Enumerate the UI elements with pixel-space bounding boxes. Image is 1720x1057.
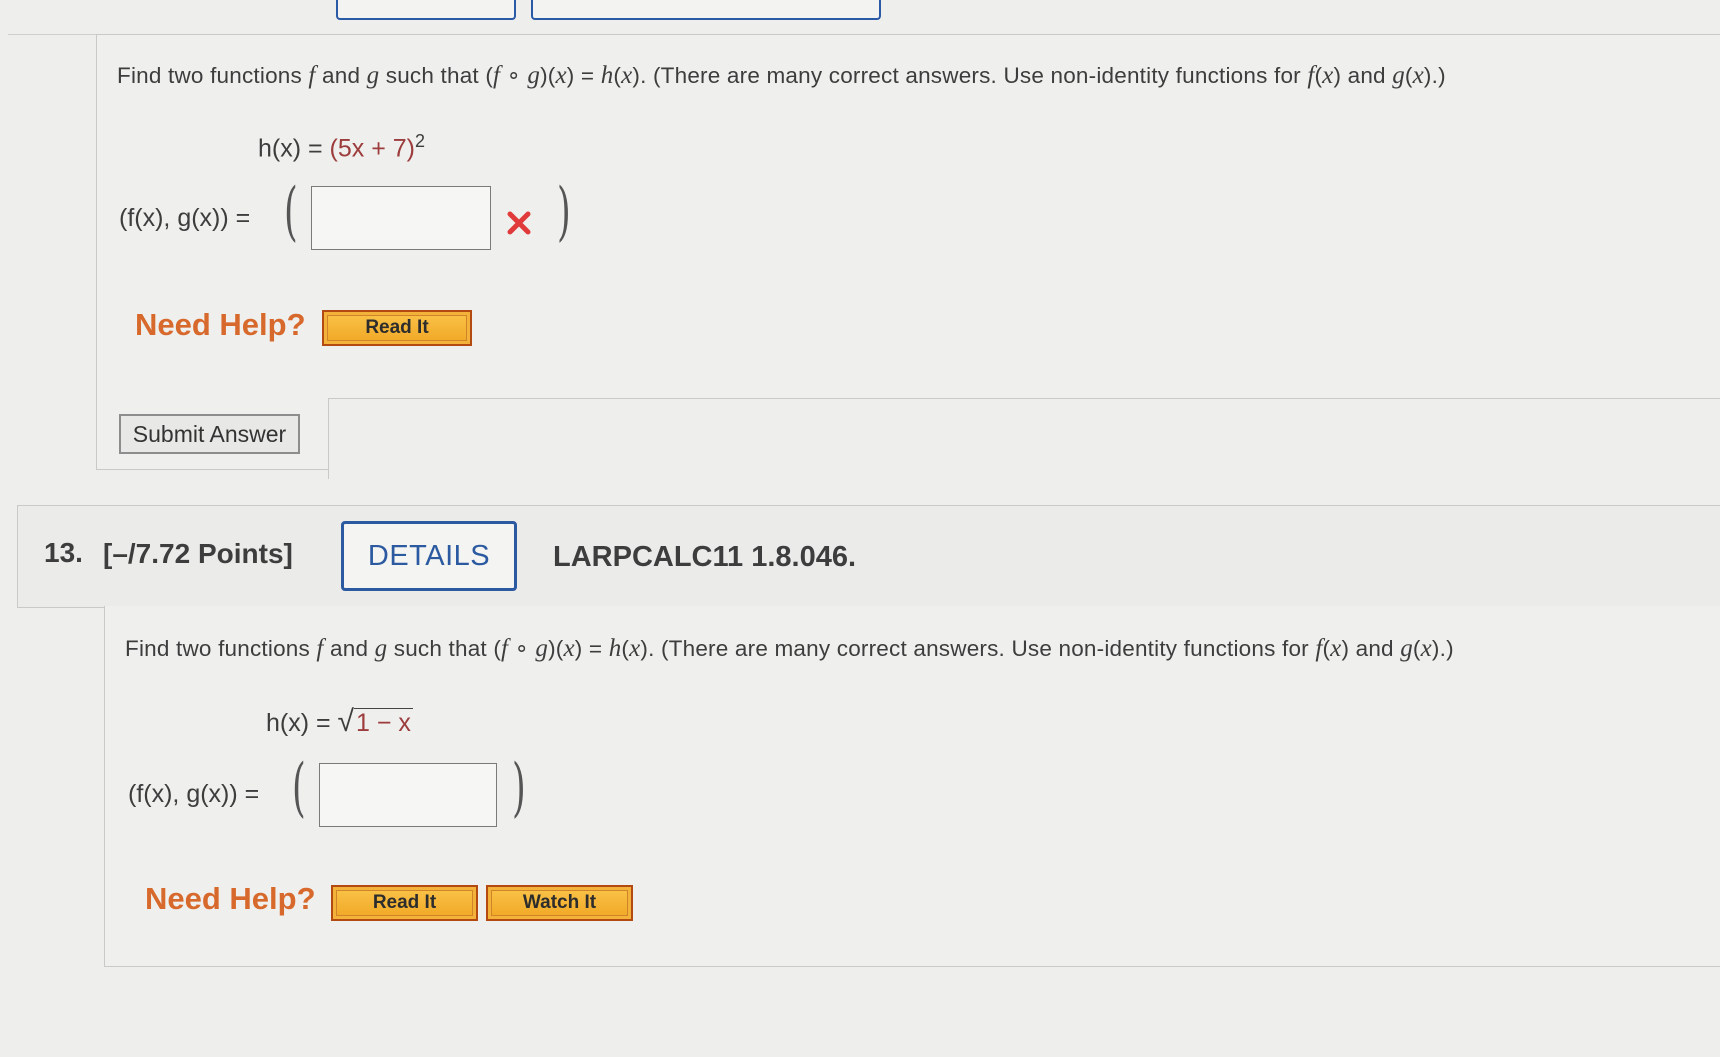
top-partial-button-1[interactable] (336, 0, 516, 20)
answer-input[interactable] (319, 763, 497, 827)
x-mark-icon (506, 210, 532, 236)
previous-answer-label: (f(x), g(x)) = (119, 204, 251, 232)
question-reference: LARPCALC11 1.8.046. (553, 541, 857, 573)
watch-it-button[interactable]: Watch It (486, 885, 633, 921)
need-help-label: Need Help? (145, 881, 316, 916)
read-it-button[interactable]: Read It (331, 885, 478, 921)
left-paren: ( (292, 751, 306, 825)
radicand: 1 − x (354, 708, 413, 737)
details-button[interactable]: DETAILS (341, 521, 517, 591)
sqrt-icon: √ (337, 705, 355, 738)
previous-question-prompt: Find two functions f and g such that (f … (117, 62, 1446, 89)
previous-h-function: h(x) = (5x + 7)2 (258, 131, 426, 163)
panel-bottom-cover (328, 398, 1720, 479)
right-paren: ) (512, 751, 526, 825)
previous-read-it-button[interactable]: Read It (322, 310, 472, 346)
question-prompt: Find two functions f and g such that (f … (125, 635, 1454, 662)
previous-answer-input[interactable] (311, 186, 491, 250)
question-points: [–/7.72 Points] (103, 538, 293, 569)
previous-need-help-label: Need Help? (135, 307, 306, 342)
submit-answer-button[interactable]: Submit Answer (119, 414, 300, 454)
h-function: h(x) = √1 − x (266, 705, 413, 738)
previous-right-paren: ) (557, 175, 571, 249)
top-partial-button-2[interactable] (531, 0, 881, 20)
previous-left-paren: ( (284, 175, 298, 249)
question-number: 13. (44, 537, 83, 568)
answer-label: (f(x), g(x)) = (128, 780, 260, 808)
